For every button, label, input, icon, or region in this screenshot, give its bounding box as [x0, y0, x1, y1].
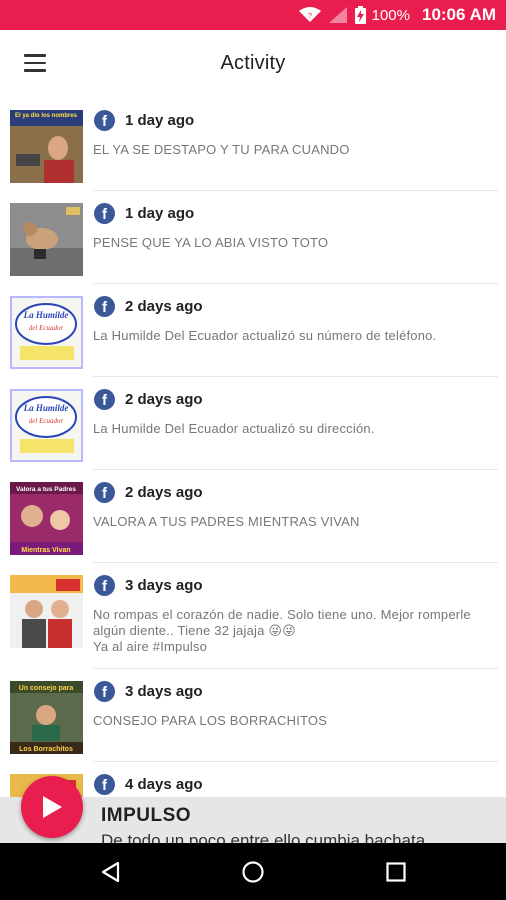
thumb-caption: La Humilde	[23, 403, 69, 413]
clock: 10:06 AM	[421, 5, 496, 24]
post-text: PENSE QUE YA LO ABIA VISTO TOTO	[93, 235, 329, 250]
thumb-caption: Mientras Vivan	[21, 547, 70, 554]
post-time: 1 day ago	[125, 205, 195, 222]
facebook-icon: f	[94, 110, 115, 131]
thumb-caption: La Humilde	[23, 310, 69, 320]
list-item[interactable]: f 3 days ago No rompas el corazón de nad…	[0, 563, 506, 669]
post-thumbnail: La Humilde del Ecuador	[10, 296, 83, 369]
post-thumbnail: Un consejo para Los Borrachitos	[10, 681, 83, 754]
facebook-icon: f	[94, 774, 115, 795]
facebook-icon: f	[94, 681, 115, 702]
post-thumbnail: El ya dio los nombres	[10, 110, 83, 183]
post-thumbnail: Valora a tus Padres Mientras Vivan	[10, 482, 83, 555]
wifi-icon: ?	[298, 7, 321, 23]
facebook-icon: f	[94, 389, 115, 410]
page-title: Activity	[220, 52, 286, 74]
post-time: 1 day ago	[125, 112, 195, 129]
thumb-caption: Un consejo para	[19, 685, 74, 692]
list-item[interactable]: La Humilde del Ecuador f 2 days ago La H…	[0, 377, 506, 470]
back-icon[interactable]	[99, 860, 123, 884]
station-title: IMPULSO	[101, 805, 192, 826]
list-item[interactable]: Un consejo para Los Borrachitos f 3 days…	[0, 669, 506, 762]
system-nav-bar	[0, 843, 506, 900]
facebook-icon: f	[94, 203, 115, 224]
list-item[interactable]: El ya dio los nombres f 1 day ago EL YA …	[0, 98, 506, 191]
post-text: No rompas el corazón de nadie. Solo tien…	[93, 607, 471, 654]
thumb-caption: Valora a tus Padres	[16, 486, 76, 493]
signal-icon	[328, 7, 347, 23]
post-text: La Humilde Del Ecuador actualizó su núme…	[93, 328, 437, 343]
post-thumbnail	[10, 575, 83, 648]
play-icon	[43, 796, 62, 818]
battery-charging-icon	[354, 6, 366, 24]
facebook-icon: f	[94, 482, 115, 503]
post-time: 2 days ago	[125, 484, 203, 501]
post-thumbnail	[10, 203, 83, 276]
svg-text:?: ?	[308, 13, 312, 20]
post-time: 3 days ago	[125, 577, 203, 594]
list-item[interactable]: La Humilde del Ecuador f 2 days ago La H…	[0, 284, 506, 377]
status-bar: ? 100% 10:06 AM	[0, 0, 506, 30]
battery-percentage: 100%	[371, 6, 410, 24]
list-item[interactable]: Valora a tus Padres Mientras Vivan f 2 d…	[0, 470, 506, 563]
activity-list: El ya dio los nombres f 1 day ago EL YA …	[0, 98, 506, 855]
facebook-icon: f	[94, 575, 115, 596]
recents-icon[interactable]	[384, 860, 408, 884]
thumb-caption: Los Borrachitos	[19, 746, 73, 753]
facebook-icon: f	[94, 296, 115, 317]
station-subtitle: De todo un poco entre ello cumbia bachat…	[101, 831, 426, 843]
thumb-caption: El ya dio los nombres	[15, 113, 78, 119]
home-icon[interactable]	[241, 860, 265, 884]
list-item[interactable]: f 1 day ago PENSE QUE YA LO ABIA VISTO T…	[0, 191, 506, 284]
post-text: CONSEJO PARA LOS BORRACHITOS	[93, 713, 328, 728]
post-time: 3 days ago	[125, 683, 203, 700]
post-text: La Humilde Del Ecuador actualizó su dire…	[93, 421, 375, 436]
thumb-caption: del Ecuador	[29, 324, 64, 332]
thumb-caption: del Ecuador	[29, 417, 64, 425]
post-thumbnail: La Humilde del Ecuador	[10, 389, 83, 462]
post-time: 2 days ago	[125, 298, 203, 315]
post-text: EL YA SE DESTAPO Y TU PARA CUANDO	[93, 142, 350, 157]
play-button[interactable]	[21, 776, 83, 838]
post-time: 2 days ago	[125, 391, 203, 408]
post-text: VALORA A TUS PADRES MIENTRAS VIVAN	[93, 514, 360, 529]
post-time: 4 days ago	[125, 776, 203, 793]
app-bar: Activity	[0, 30, 506, 98]
